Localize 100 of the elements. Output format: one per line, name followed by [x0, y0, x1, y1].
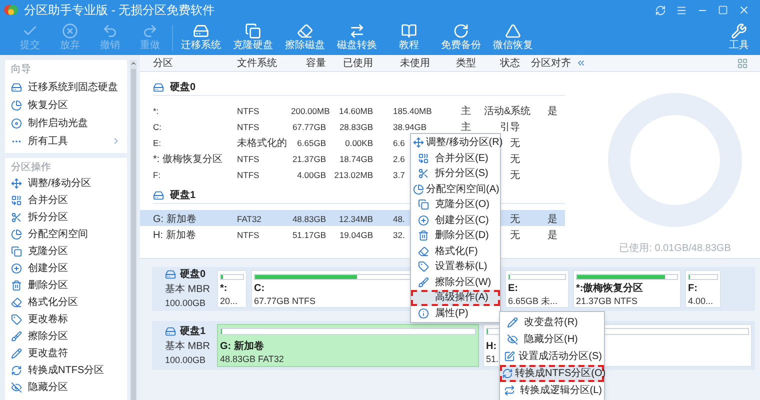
undo-icon [102, 23, 118, 39]
sidebar-item[interactable]: 格式化分区 [11, 294, 121, 311]
partition-detail: 20... [220, 295, 238, 307]
table-cell: 活动&系统 [484, 106, 531, 117]
table-cell: 6.6 [393, 138, 405, 148]
eraser-icon [418, 246, 428, 257]
pie-chart-icon [11, 229, 22, 240]
menu-item[interactable]: 创建分区(C) [411, 212, 500, 228]
menu-item[interactable]: 属性(P) [411, 306, 500, 321]
eye-off-icon [506, 334, 518, 345]
sidebar-item[interactable]: 隐藏分区 [11, 379, 121, 396]
menu-item[interactable]: 擦除分区(W) [411, 274, 500, 290]
column-header: 分区对齐 [530, 56, 572, 70]
pencil-icon [11, 348, 22, 359]
sidebar-item[interactable]: 拆分分区 [11, 209, 121, 226]
table-cell: 6.65GB [297, 138, 326, 148]
partition-block[interactable]: E: 6.65GB 未... [505, 270, 569, 308]
hard-drive-icon [153, 82, 164, 93]
maximize-icon[interactable] [718, 5, 728, 15]
sidebar-item[interactable]: 分配空闲空间 [11, 226, 121, 243]
table-cell: 38.94GB [393, 122, 427, 132]
partition-block[interactable]: *: 20... [217, 270, 247, 308]
table-cell: 主 [461, 106, 471, 117]
disk-size: 100.00GB [165, 354, 207, 367]
column-header: 类型 [455, 56, 477, 70]
edit-icon [504, 351, 515, 362]
sidebar-item[interactable]: 制作启动光盘 [11, 114, 121, 132]
menu-item[interactable]: 调整/移动分区(R) [411, 135, 500, 150]
scissors-icon [11, 212, 22, 223]
disk-type: 基本 MBR [165, 282, 211, 298]
table-cell: 48. [393, 214, 405, 224]
sidebar-item[interactable]: 擦除分区 [11, 328, 121, 345]
sidebar-item[interactable]: 恢复分区 [11, 96, 121, 114]
merge-icon [418, 152, 428, 164]
rotate-icon [453, 23, 469, 39]
table-cell: 19.04GB [339, 230, 373, 240]
refresh-icon [502, 368, 513, 379]
sidebar-item[interactable]: 更改卷标 [11, 311, 121, 328]
table-cell: 主 [461, 122, 471, 133]
eye-off-icon [11, 382, 22, 393]
repeat-icon [504, 385, 516, 396]
partition-label: H: [486, 340, 497, 353]
sidebar-item[interactable]: 调整/移动分区 [11, 175, 121, 192]
sidebar-item[interactable]: 转换成NTFS分区 [11, 362, 121, 379]
menu-item[interactable]: 拆分分区(S) [411, 166, 500, 182]
sidebar-item[interactable]: 所有工具 [11, 132, 121, 150]
sidebar-item[interactable]: 删除分区 [11, 277, 121, 294]
close-icon[interactable] [738, 4, 750, 16]
table-cell: 21.37GB [292, 154, 326, 164]
table-cell: *: [153, 106, 159, 116]
table-cell: NTFS [237, 106, 260, 116]
sidebar-item[interactable]: 迁移系统到固态硬盘 [11, 78, 121, 96]
table-cell: NTFS [237, 154, 260, 164]
cancel-icon [62, 23, 78, 39]
merge-icon [11, 195, 22, 206]
collapse-icon[interactable] [576, 58, 586, 68]
menu-item[interactable]: 设置成活动分区(S) [500, 348, 604, 365]
partition-detail: 6.65GB 未... [508, 295, 558, 307]
partition-label: E: [508, 282, 518, 295]
sidebar-item[interactable]: 克隆分区 [11, 243, 121, 260]
tag-icon [418, 261, 428, 272]
table-cell: C: [153, 122, 162, 132]
partition-block[interactable]: F: 4.00... [685, 270, 721, 308]
menu-item[interactable]: 转换成逻辑分区(L) [500, 382, 604, 399]
scroll-up-icon[interactable] [130, 60, 137, 67]
sidebar-item[interactable]: 更改盘符 [11, 345, 121, 362]
eraser-icon [297, 23, 313, 39]
partition-block[interactable]: *:傲梅恢复分区 21.37GB NTFS [573, 270, 681, 308]
menu-icon[interactable] [676, 4, 687, 16]
menu-item[interactable]: 合并分区(E) [411, 150, 500, 166]
menu-item[interactable]: 格式化(F) [411, 244, 500, 259]
table-cell: 2.6 [393, 154, 405, 164]
menu-item[interactable]: 高级操作(A) [411, 290, 500, 306]
partition-detail: 21.37GB NTFS [576, 295, 638, 307]
scissors-icon [418, 168, 428, 180]
sidebar-item[interactable]: 合并分区 [11, 192, 121, 209]
move-icon [413, 137, 424, 148]
window-title: 分区助手专业版 - 无损分区免费软件 [24, 2, 215, 19]
table-cell: 14.60MB [338, 106, 373, 116]
menu-item[interactable]: 隐藏分区(H) [500, 331, 604, 348]
move-icon [11, 178, 22, 189]
partition-detail: 51. [486, 353, 499, 365]
table-cell: 48.83GB [292, 214, 326, 224]
refresh-icon[interactable] [655, 4, 666, 16]
menu-item[interactable]: 转换成NTFS分区(O) [500, 365, 604, 382]
scrollbar[interactable] [130, 60, 137, 400]
usage-caption: 已使用: 0.01GB/48.83GB [619, 242, 731, 256]
table-cell: FAT32 [237, 214, 262, 224]
table-cell: 28.83GB [339, 122, 373, 132]
grid-icon[interactable] [737, 58, 748, 68]
sidebar-item[interactable]: 创建分区 [11, 260, 121, 277]
table-cell: 67.77GB [292, 122, 326, 132]
table-cell: H: 新加卷 [153, 230, 196, 241]
partition-block[interactable]: G: 新加卷 48.83GB FAT32 [217, 324, 479, 367]
table-cell: 3.7 [393, 170, 405, 180]
table-cell: 185.40MB [393, 106, 432, 116]
brush-icon [418, 276, 428, 288]
column-header: 状态 [499, 56, 521, 70]
partition-detail: 67.77GB NTFS [254, 295, 316, 307]
menu-item[interactable]: 删除分区(D) [411, 228, 500, 244]
